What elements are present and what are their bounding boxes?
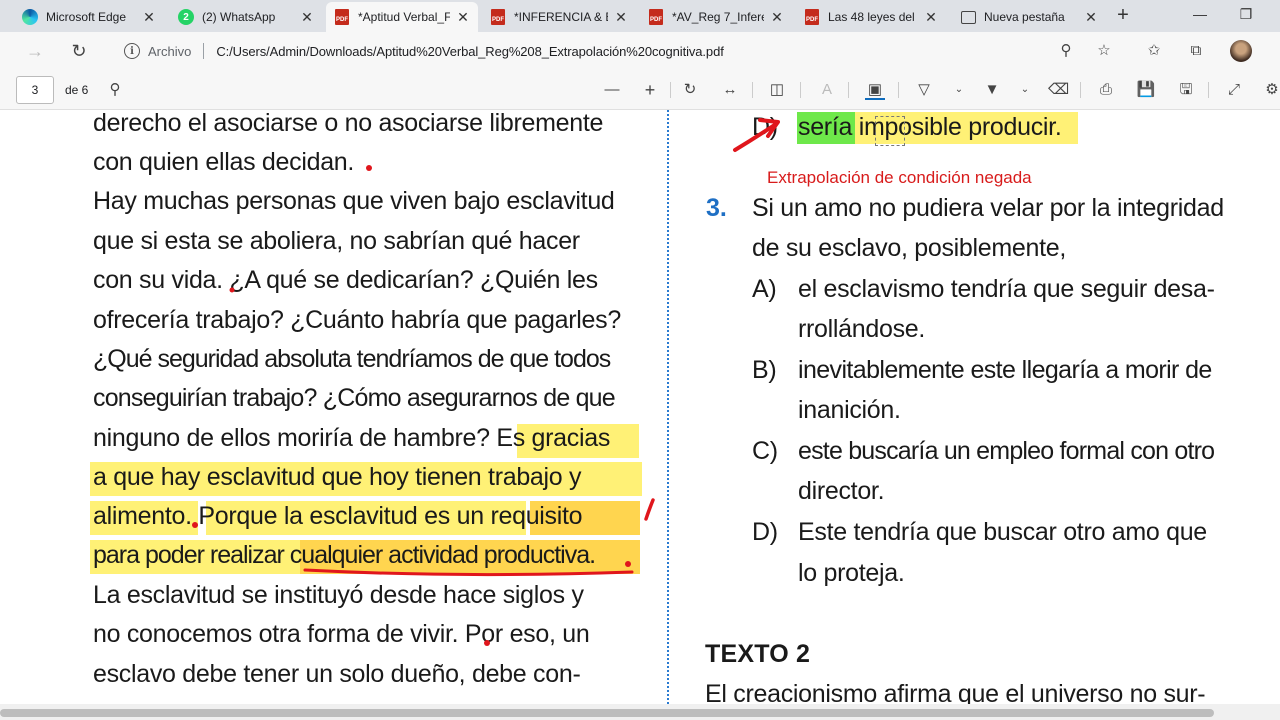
favorites-icon[interactable]: ✩: [1144, 41, 1164, 61]
collections-icon[interactable]: ⧉: [1186, 41, 1206, 61]
ink-annotations: [192, 118, 780, 646]
page-number-input[interactable]: 3: [16, 76, 54, 104]
print-icon[interactable]: ⎙: [1096, 80, 1116, 100]
info-icon[interactable]: i: [124, 43, 140, 59]
zoom-in-icon[interactable]: +: [640, 80, 660, 100]
toolbar-divider: [800, 82, 801, 98]
toolbar-divider: [1208, 82, 1209, 98]
tab-aptitud-verbal[interactable]: PDF *Aptitud Verbal_F ✕: [326, 2, 478, 32]
tab-label: *AV_Reg 7_Infere: [672, 10, 764, 24]
rotate-icon[interactable]: ↻: [680, 80, 700, 100]
new-tab-page-icon: [960, 9, 976, 25]
tab-bar: Microsoft Edge ✕ 2 (2) WhatsApp ✕ PDF *A…: [0, 0, 1280, 32]
highlight-icon[interactable]: ▼: [982, 80, 1002, 100]
pdf-icon: PDF: [334, 9, 350, 25]
tab-nueva-pestana[interactable]: Nueva pestaña ✕: [952, 2, 1106, 32]
avatar[interactable]: [1230, 40, 1252, 62]
scrollbar-thumb[interactable]: [0, 709, 1214, 717]
tab-av-reg-7[interactable]: PDF *AV_Reg 7_Infere ✕: [640, 2, 792, 32]
ink-dot: [625, 561, 631, 567]
minimize-icon[interactable]: —: [1190, 6, 1210, 22]
tab-label: *INFERENCIA & E: [514, 10, 608, 24]
page-view-icon[interactable]: ◫: [767, 80, 787, 100]
ink-dot: [484, 640, 490, 646]
site-label: Archivo: [148, 43, 192, 59]
whatsapp-icon: 2: [178, 9, 194, 25]
back-arrow-icon[interactable]: →: [24, 40, 46, 62]
edge-icon: [22, 9, 38, 25]
eraser-icon[interactable]: ⌫: [1048, 80, 1069, 100]
pdf-icon: PDF: [804, 9, 820, 25]
tab-inferencia[interactable]: PDF *INFERENCIA & E ✕: [482, 2, 636, 32]
address-bar: → ↻ i Archivo C:/Users/Admin/Downloads/A…: [0, 32, 1280, 70]
close-tab-icon[interactable]: ✕: [300, 9, 314, 26]
add-favorite-icon[interactable]: ☆: [1094, 41, 1114, 61]
pdf-toolbar: 3 de 6 ⚲ — + ↻ ↔ ◫ A ▣ ▽ ⌄ ▼ ⌄ ⌫ ⎙ 💾 🖫 ⤢…: [0, 70, 1280, 110]
ink-dot: [229, 287, 235, 293]
refresh-icon[interactable]: ↻: [68, 40, 90, 62]
url-field[interactable]: i Archivo C:/Users/Admin/Downloads/Aptit…: [114, 37, 1124, 65]
url-text[interactable]: C:/Users/Admin/Downloads/Aptitud%20Verba…: [216, 44, 723, 59]
close-tab-icon[interactable]: ✕: [924, 9, 938, 26]
pdf-document-view[interactable]: derecho el asociarse o no asociarse libr…: [0, 110, 1280, 704]
chevron-down-icon[interactable]: ⌄: [1020, 80, 1030, 100]
ink-underline: [303, 568, 634, 577]
fit-width-icon[interactable]: ↔: [720, 80, 740, 100]
text-box-icon[interactable]: ▣: [865, 80, 885, 100]
close-tab-icon[interactable]: ✕: [142, 9, 156, 26]
zoom-icon[interactable]: ⚲: [1056, 41, 1076, 61]
toolbar-divider: [898, 82, 899, 98]
tab-label: Nueva pestaña: [984, 10, 1065, 24]
read-aloud-icon[interactable]: A: [817, 80, 837, 100]
toolbar-divider: [1080, 82, 1081, 98]
pdf-icon: PDF: [490, 9, 506, 25]
close-tab-icon[interactable]: ✕: [770, 9, 784, 26]
close-tab-icon[interactable]: ✕: [614, 9, 628, 26]
tab-label: (2) WhatsApp: [202, 10, 276, 24]
toolbar-divider: [848, 82, 849, 98]
search-icon[interactable]: ⚲: [105, 80, 125, 100]
new-tab-button[interactable]: +: [1112, 4, 1134, 26]
restore-icon[interactable]: ❐: [1236, 6, 1256, 23]
save-as-icon[interactable]: 🖫: [1176, 80, 1196, 100]
tab-label: *Aptitud Verbal_F: [358, 10, 450, 24]
tab-whatsapp[interactable]: 2 (2) WhatsApp ✕: [170, 2, 322, 32]
toolbar-divider: [752, 82, 753, 98]
horizontal-scrollbar[interactable]: [0, 704, 1280, 720]
ink-dot: [192, 522, 198, 528]
close-tab-icon[interactable]: ✕: [456, 9, 470, 26]
full-screen-icon[interactable]: ⤢: [1224, 80, 1244, 100]
ink-arrow: [733, 122, 778, 152]
ink-stroke: [644, 498, 655, 521]
pdf-icon: PDF: [648, 9, 664, 25]
close-tab-icon[interactable]: ✕: [1084, 9, 1098, 26]
draw-icon[interactable]: ▽: [914, 80, 934, 100]
zoom-out-icon[interactable]: —: [602, 80, 622, 100]
tab-label: Microsoft Edge: [46, 10, 127, 24]
chevron-down-icon[interactable]: ⌄: [954, 80, 964, 100]
ink-dot: [366, 165, 372, 171]
tab-label: Las 48 leyes del p: [828, 10, 918, 24]
page-total: de 6: [65, 83, 89, 97]
toolbar-divider: [670, 82, 671, 98]
divider: [203, 43, 205, 59]
save-icon[interactable]: 💾: [1136, 80, 1156, 100]
tab-microsoft-edge[interactable]: Microsoft Edge ✕: [14, 2, 164, 32]
tab-48-leyes[interactable]: PDF Las 48 leyes del p ✕: [796, 2, 946, 32]
settings-gear-icon[interactable]: ⚙: [1262, 80, 1280, 100]
